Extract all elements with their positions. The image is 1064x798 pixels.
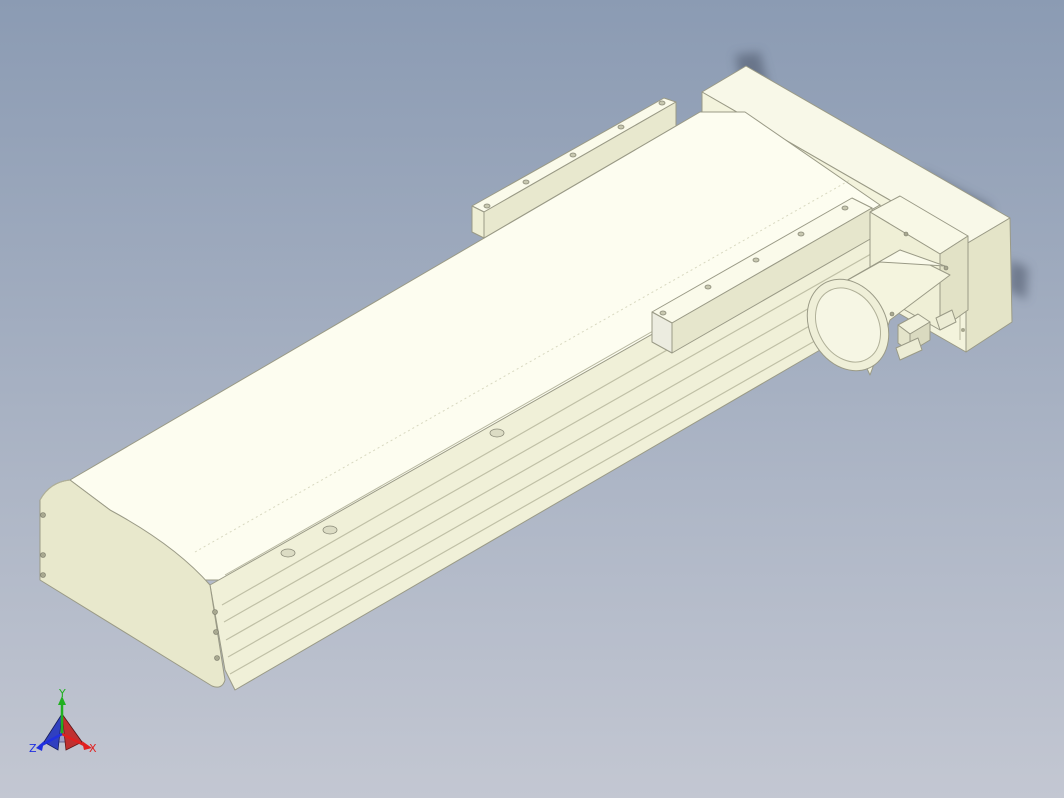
x-axis-label: X — [89, 742, 97, 755]
y-axis-label: Y — [58, 687, 66, 700]
back-bar-front — [471, 205, 485, 239]
z-axis-label: Z — [29, 742, 37, 755]
cad-viewport[interactable]: Y X Z — [0, 0, 1064, 798]
model-canvas[interactable]: Y X Z — [0, 0, 1064, 798]
